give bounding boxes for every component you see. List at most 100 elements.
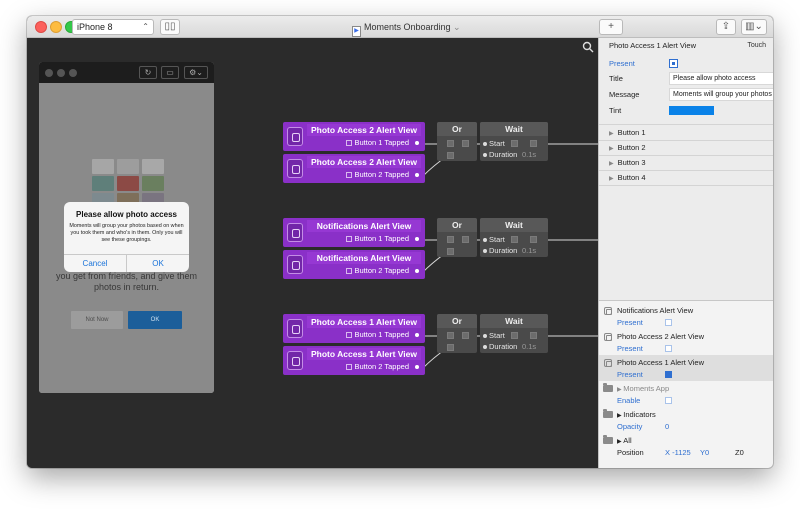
input-dot[interactable]	[483, 238, 487, 242]
duration-value[interactable]: 0.1s	[522, 246, 536, 256]
wait-patch[interactable]: Wait Start Duration 0.1s	[480, 314, 548, 353]
group-label: Button 2	[617, 143, 646, 152]
layer-item-photo-access-2-alert-view[interactable]: Photo Access 2 Alert View Present	[599, 329, 773, 355]
layer-property-label: Position	[617, 448, 644, 457]
layer-item-all[interactable]: ▶ All Position X -1125 Y0 Z0	[599, 433, 773, 459]
minimize-window-button[interactable]	[50, 21, 62, 33]
input-dot[interactable]	[483, 142, 487, 146]
alert-ok-button[interactable]: OK	[127, 255, 189, 272]
output-port-row[interactable]: Button 1 Tapped	[307, 233, 423, 245]
device-screen[interactable]: you get from friends, and give them phot…	[39, 83, 214, 393]
input-dot[interactable]	[483, 153, 487, 157]
input-port[interactable]	[447, 344, 454, 351]
input-dot[interactable]	[483, 249, 487, 253]
output-port[interactable]	[530, 332, 537, 339]
or-patch[interactable]: Or	[437, 314, 477, 353]
duration-value[interactable]: 0.1s	[522, 150, 536, 160]
layout-toggle-button[interactable]: ▯▯	[160, 19, 180, 35]
search-icon[interactable]	[582, 41, 594, 53]
preview-minimize-dot[interactable]	[57, 69, 65, 77]
output-port-dot[interactable]	[415, 173, 419, 177]
alert-cancel-button[interactable]: Cancel	[64, 255, 126, 272]
output-port[interactable]	[462, 140, 469, 147]
output-port-row[interactable]: Button 1 Tapped	[307, 137, 423, 149]
preview-zoom-dot[interactable]	[69, 69, 77, 77]
button-4-group[interactable]: ▶ Button 4	[599, 170, 773, 185]
inspector-title-label: Photo Access 1 Alert View	[609, 41, 696, 50]
start-port[interactable]	[511, 332, 518, 339]
device-select[interactable]: iPhone 8 ⌃	[72, 19, 154, 35]
record-button[interactable]: ▭	[161, 66, 179, 79]
present-checkbox[interactable]	[669, 59, 678, 68]
output-port-row[interactable]: Button 2 Tapped	[307, 361, 423, 373]
input-port[interactable]	[447, 140, 454, 147]
gear-icon: ⚙⌄	[189, 68, 203, 77]
message-field[interactable]: Moments will group your photos based on …	[669, 88, 773, 101]
preview-close-dot[interactable]	[45, 69, 53, 77]
output-port[interactable]	[530, 236, 537, 243]
button-3-group[interactable]: ▶ Button 3	[599, 155, 773, 170]
output-port-dot[interactable]	[415, 141, 419, 145]
start-port[interactable]	[511, 236, 518, 243]
port-square-icon	[345, 332, 352, 338]
port-label: Button 1 Tapped	[354, 330, 410, 339]
present-checkbox[interactable]	[665, 319, 672, 326]
layer-item-photo-access-1-alert-view[interactable]: Photo Access 1 Alert View Present	[599, 355, 773, 381]
wait-patch[interactable]: Wait Start Duration 0.1s	[480, 122, 548, 161]
title-row: Title Please allow photo access	[609, 72, 773, 85]
layer-item-notifications-alert-view[interactable]: Notifications Alert View Present	[599, 303, 773, 329]
input-port[interactable]	[447, 248, 454, 255]
output-port-row[interactable]: Button 1 Tapped	[307, 329, 423, 341]
input-port[interactable]	[447, 236, 454, 243]
view-mode-button[interactable]: ▥⌄	[741, 19, 767, 35]
start-port[interactable]	[511, 140, 518, 147]
title-bar: iPhone 8 ⌃ ▯▯ ▶ Moments Onboarding ⌄ + ⇪ …	[27, 16, 773, 38]
wait-patch[interactable]: Wait Start Duration 0.1s	[480, 218, 548, 257]
disclosure-triangle-icon: ▶	[609, 146, 614, 152]
position-y-value[interactable]: Y0	[700, 448, 709, 458]
touch-tab[interactable]: Touch	[747, 38, 766, 53]
input-dot[interactable]	[483, 334, 487, 338]
tint-color-swatch[interactable]	[669, 106, 714, 115]
output-port-dot[interactable]	[415, 365, 419, 369]
output-port[interactable]	[462, 236, 469, 243]
output-port-dot[interactable]	[415, 333, 419, 337]
output-port[interactable]	[462, 332, 469, 339]
output-port-row[interactable]: Button 2 Tapped	[307, 169, 423, 181]
button-1-group[interactable]: ▶ Button 1	[599, 125, 773, 140]
button-2-group[interactable]: ▶ Button 2	[599, 140, 773, 155]
share-button[interactable]: ⇪	[716, 19, 736, 35]
output-port-row[interactable]: Button 2 Tapped	[307, 265, 423, 277]
present-checkbox[interactable]	[665, 371, 672, 378]
title-field[interactable]: Please allow photo access	[669, 72, 773, 85]
position-x-value[interactable]: X -1125	[665, 448, 691, 458]
or-patch[interactable]: Or	[437, 218, 477, 257]
or-patch[interactable]: Or	[437, 122, 477, 161]
not-now-button[interactable]: Not Now	[71, 311, 123, 329]
layer-item-indicators[interactable]: ▶ Indicators Opacity 0	[599, 407, 773, 433]
onboarding-ok-button[interactable]: OK	[128, 311, 182, 329]
position-z-value[interactable]: Z0	[735, 448, 744, 458]
input-dot[interactable]	[483, 345, 487, 349]
add-button[interactable]: +	[599, 19, 623, 35]
close-window-button[interactable]	[35, 21, 47, 33]
alert-message: Moments will group your photos based on …	[69, 223, 184, 243]
document-title[interactable]: ▶ Moments Onboarding ⌄	[352, 20, 461, 37]
preview-settings-button[interactable]: ⚙⌄	[184, 66, 208, 79]
layer-item-moments-app[interactable]: ▶ Moments App Enable	[599, 381, 773, 407]
layer-property-label: Present	[617, 344, 643, 353]
output-port-dot[interactable]	[415, 269, 419, 273]
opacity-value[interactable]: 0	[665, 422, 669, 432]
output-port-dot[interactable]	[415, 237, 419, 241]
restart-button[interactable]: ↻	[139, 66, 157, 79]
patch-title: Photo Access 1 Alert View	[307, 316, 421, 328]
input-port[interactable]	[447, 332, 454, 339]
port-square-icon	[345, 236, 352, 242]
output-port[interactable]	[530, 140, 537, 147]
enable-checkbox[interactable]	[665, 397, 672, 404]
onboarding-text-line: you get from friends, and give them	[55, 271, 198, 281]
duration-value[interactable]: 0.1s	[522, 342, 536, 352]
input-port[interactable]	[447, 152, 454, 159]
present-checkbox[interactable]	[665, 345, 672, 352]
start-label: Start	[489, 235, 505, 244]
